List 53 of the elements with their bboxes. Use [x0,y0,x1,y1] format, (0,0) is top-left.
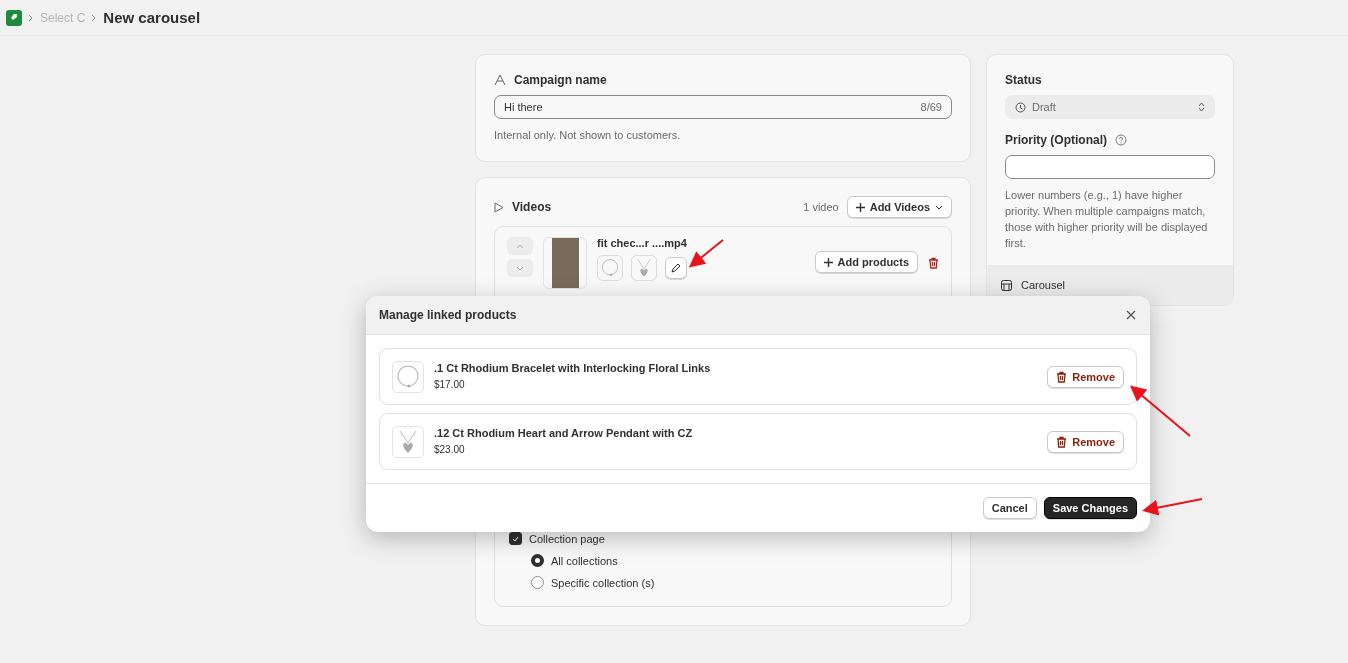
cancel-button[interactable]: Cancel [982,497,1037,519]
radio-option[interactable]: All collections [509,554,937,567]
trash-icon [1056,370,1068,383]
product-name: .12 Ct Rhodium Heart and Arrow Pendant with CZ [434,427,694,439]
product-price: $23.00 [434,444,466,456]
clock-icon [1015,101,1026,113]
close-button[interactable] [1126,310,1136,320]
status-label: Status [1005,73,1043,87]
radio-option[interactable]: Specific collection (s) [509,576,937,589]
section-title: Videos [512,200,553,214]
plus-icon [855,202,865,212]
play-icon [494,201,504,213]
text-icon [494,74,506,86]
modal-title: Manage linked products [379,308,517,322]
product-price: $17.00 [434,379,466,391]
priority-label: Priority (Optional) [1005,133,1107,147]
campaign-name-field[interactable]: Hi there 8/69 [494,95,952,119]
plus-icon [823,257,833,267]
remove-button[interactable]: Remove [1047,365,1124,388]
edit-button[interactable] [665,257,687,279]
help-icon[interactable] [1115,134,1127,146]
close-icon [1126,310,1136,320]
chevron-right-icon [91,13,98,22]
layout-label: Carousel [1021,279,1066,291]
chevron-right-icon [28,13,34,22]
chevron-up-icon [516,243,524,249]
video-count: 1 video [803,200,839,215]
page-title: New carousel [103,9,201,26]
save-changes-button[interactable]: Save Changes [1043,497,1137,519]
checkbox[interactable]: Collection page [509,532,937,545]
sort-caret-icon [1198,102,1205,112]
app-logo-icon[interactable] [6,9,22,26]
pencil-icon [671,263,681,273]
trash-icon [1056,435,1068,448]
annotation-arrow [1142,498,1203,516]
video-filename: fit chec...r ....mp4 [597,237,688,249]
remove-button[interactable]: Remove [1047,430,1124,453]
checkmark-icon [512,535,519,542]
status-select[interactable]: Draft [1005,95,1215,119]
annotation-arrow [688,239,724,268]
help-text: Lower numbers (e.g., 1) have higher priority. When multiple campaigns match, those with higher priority will be displayed first. [1005,188,1209,251]
priority-field[interactable] [1005,155,1215,179]
annotation-arrow [1129,385,1191,437]
trash-icon [928,257,939,269]
caret-icon [935,204,943,210]
chevron-down-icon [516,265,524,271]
add-products-button[interactable]: Add products [814,251,918,273]
help-text: Internal only. Not shown to customers. [494,128,682,143]
photo-placeholder [551,238,579,288]
layout-icon [1001,279,1012,291]
section-title: Campaign name [514,73,607,87]
add-videos-button[interactable]: Add Videos [846,196,952,218]
product-name: .1 Ct Rhodium Bracelet with Interlocking Floral Links [434,362,712,374]
